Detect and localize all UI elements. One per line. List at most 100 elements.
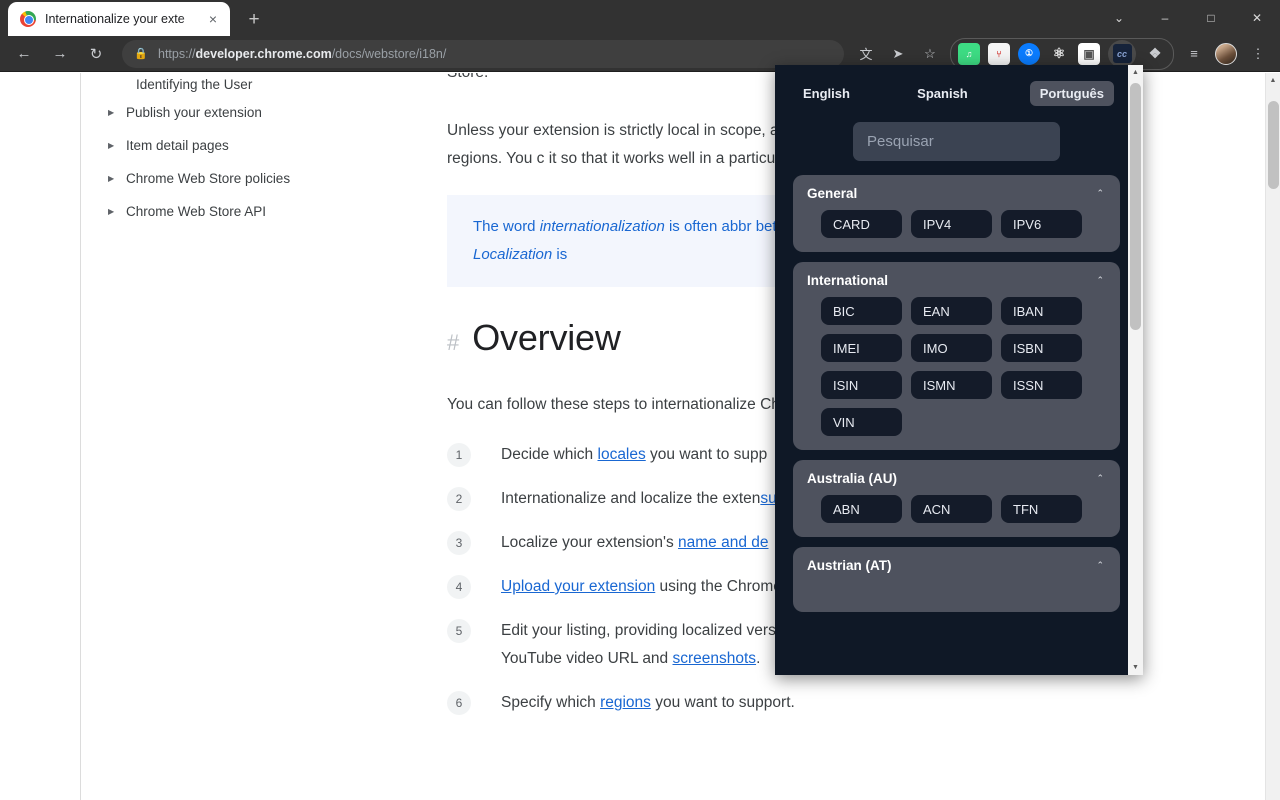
music-extension-icon[interactable]: ♫ [958,43,980,65]
section-title: International [807,273,888,288]
maximize-icon[interactable]: □ [1188,0,1234,36]
search-placeholder: Pesquisar [867,133,934,150]
chip-ipv6[interactable]: IPV6 [1001,210,1082,238]
search-input[interactable]: Pesquisar [853,122,1060,161]
section-header[interactable]: Austrian (AT) ⌃ [807,558,1106,573]
tab-english[interactable]: English [793,81,860,106]
link-locales[interactable]: locales [598,446,646,463]
translate-icon[interactable]: 文 [852,40,880,68]
language-tabs: English Spanish Português [793,81,1120,106]
chevron-up-icon[interactable]: ⌃ [1096,560,1106,571]
scroll-up-icon[interactable]: ▲ [1128,65,1143,80]
close-window-icon[interactable]: ✕ [1234,0,1280,36]
lock-icon: 🔒 [134,47,148,60]
chip-ipv4[interactable]: IPV4 [911,210,992,238]
chip-iban[interactable]: IBAN [1001,297,1082,325]
search-row: Pesquisar [793,122,1120,161]
step-text-b: you want to supp [646,446,768,463]
chip-card[interactable]: CARD [821,210,902,238]
screenshot-extension-icon[interactable]: ▣ [1078,43,1100,65]
sitemap-extension-icon[interactable]: ⑂ [988,43,1010,65]
link-upload-your-extension[interactable]: Upload your extension [501,578,655,595]
chip-isbn[interactable]: ISBN [1001,334,1082,362]
send-icon[interactable]: ➤ [884,40,912,68]
section-header[interactable]: Australia (AU) ⌃ [807,471,1106,486]
section-title: General [807,186,857,201]
tab-search-icon[interactable]: ⌄ [1096,0,1142,36]
cc-extension-icon[interactable]: cc [1108,40,1136,68]
page-scrollbar[interactable]: ▲ [1265,73,1280,800]
chip-isin[interactable]: ISIN [821,371,902,399]
chip-imo[interactable]: IMO [911,334,992,362]
chip-bic[interactable]: BIC [821,297,902,325]
1password-extension-icon[interactable]: ① [1018,43,1040,65]
callout-line2-c: is [552,246,567,263]
close-icon[interactable]: × [204,10,222,28]
section-header[interactable]: General ⌃ [807,186,1106,201]
link-name-and-description[interactable]: name and de [678,534,769,551]
step-text: Decide which locales you want to supp [501,441,767,469]
chip-ismn[interactable]: ISMN [911,371,992,399]
chip-abn[interactable]: ABN [821,495,902,523]
step-number: 5 [447,619,471,643]
bookmark-star-icon[interactable]: ☆ [916,40,944,68]
sidebar-item-label: Publish your extension [126,105,262,120]
chip-ean[interactable]: EAN [911,297,992,325]
popup-body: English Spanish Português Pesquisar Gene… [775,65,1128,675]
scrollbar-thumb[interactable] [1268,101,1279,189]
url-scheme: https:// [158,47,196,61]
back-icon[interactable]: ← [10,40,38,68]
puzzle-extensions-icon[interactable]: ❖ [1144,43,1166,65]
chip-list: BIC EAN IBAN IMEI IMO ISBN ISIN ISMN ISS… [807,297,1106,436]
browser-tab[interactable]: Internationalize your exte × [8,2,230,36]
step-number: 1 [447,443,471,467]
popup-scrollbar[interactable]: ▲ ▼ [1128,65,1143,675]
chip-list: ABN ACN TFN [807,495,1106,523]
chip-list: CARD IPV4 IPV6 [807,210,1106,238]
sidebar-item-publish-your-extension[interactable]: ▶ Publish your extension [100,96,400,129]
step-text-a: Internationalize and localize the exten [501,490,760,507]
scroll-down-icon[interactable]: ▼ [1128,660,1143,675]
new-tab-button[interactable]: + [240,5,268,33]
step-text-c: . [756,650,760,667]
chrome-menu-icon[interactable]: ⋮ [1244,40,1272,68]
profile-avatar[interactable] [1212,40,1240,68]
section-header[interactable]: International ⌃ [807,273,1106,288]
sidebar-item-chrome-web-store-policies[interactable]: ▶ Chrome Web Store policies [100,162,400,195]
sidebar-item-item-detail-pages[interactable]: ▶ Item detail pages [100,129,400,162]
chevron-right-icon: ▶ [108,141,126,150]
sidebar-divider [80,73,81,800]
chevron-up-icon[interactable]: ⌃ [1096,275,1106,286]
reading-list-icon[interactable]: ≡ [1180,40,1208,68]
chip-imei[interactable]: IMEI [821,334,902,362]
tab-portugues[interactable]: Português [1030,81,1114,106]
step-number: 6 [447,691,471,715]
section-austrian-at: Austrian (AT) ⌃ [793,547,1120,612]
section-title: Australia (AU) [807,471,897,486]
chip-tfn[interactable]: TFN [1001,495,1082,523]
chevron-up-icon[interactable]: ⌃ [1096,188,1106,199]
link-regions[interactable]: regions [600,694,651,711]
address-bar[interactable]: 🔒 https://developer.chrome.com/docs/webs… [122,40,844,68]
forward-icon[interactable]: → [46,40,74,68]
scrollbar-thumb[interactable] [1130,83,1141,330]
sidebar-item-chrome-web-store-api[interactable]: ▶ Chrome Web Store API [100,195,400,228]
chevron-up-icon[interactable]: ⌃ [1096,473,1106,484]
chip-acn[interactable]: ACN [911,495,992,523]
tab-spanish[interactable]: Spanish [907,81,978,106]
url-text: https://developer.chrome.com/docs/websto… [158,47,446,61]
browser-window: Internationalize your exte × + ⌄ – □ ✕ ←… [0,0,1280,800]
sidebar-item-identifying-the-user[interactable]: Identifying the User [100,73,400,96]
minimize-icon[interactable]: – [1142,0,1188,36]
chevron-right-icon: ▶ [108,207,126,216]
step-text: Specify which regions you want to suppor… [501,689,795,717]
link-screenshots[interactable]: screenshots [672,650,756,667]
anchor-hash-icon[interactable]: # [447,330,459,356]
reload-icon[interactable]: ↻ [82,40,110,68]
react-devtools-extension-icon[interactable]: ⚛ [1048,43,1070,65]
chip-vin[interactable]: VIN [821,408,902,436]
step-number: 2 [447,487,471,511]
avatar [1215,43,1237,65]
scroll-up-icon[interactable]: ▲ [1266,73,1280,88]
chip-issn[interactable]: ISSN [1001,371,1082,399]
